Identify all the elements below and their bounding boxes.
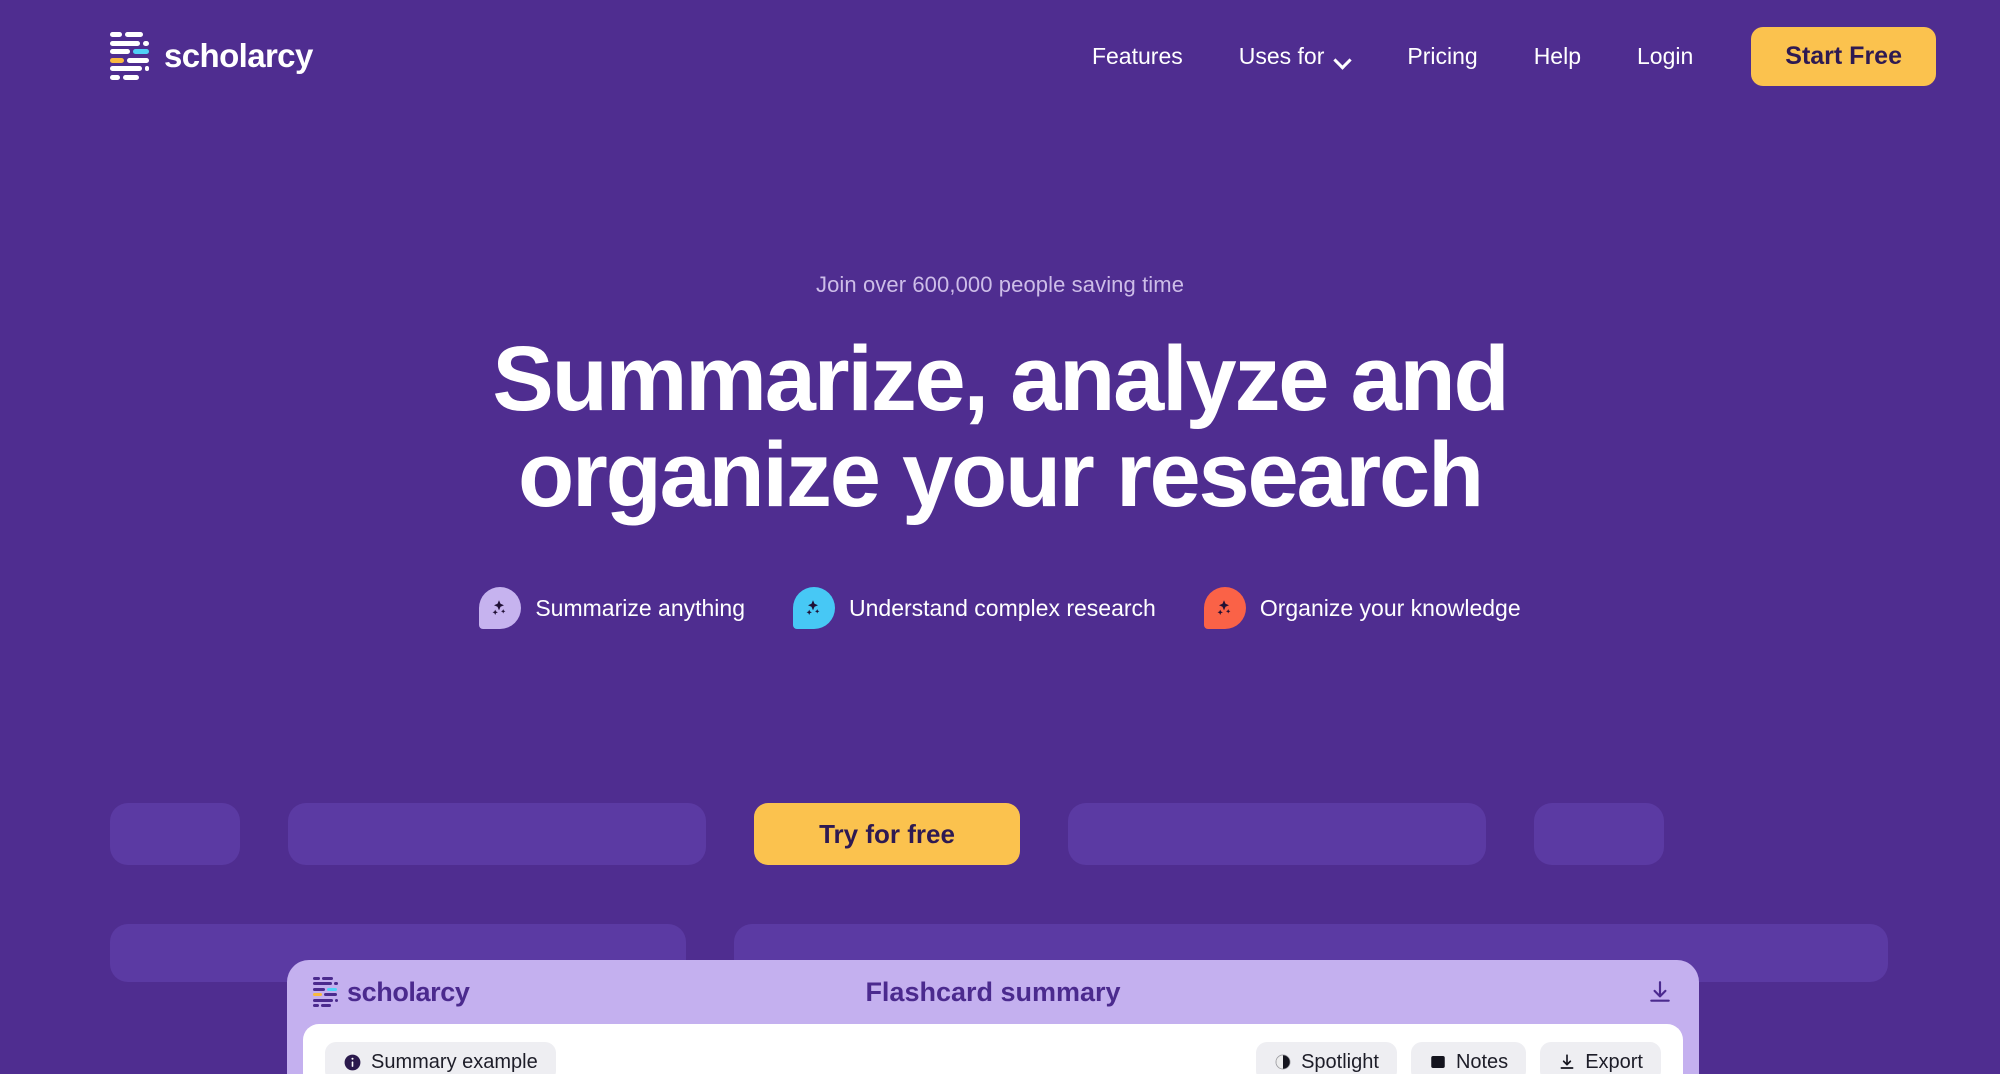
flashcard-panel-header: scholarcy Flashcard summary <box>313 960 1673 1024</box>
sparkle-icon <box>479 587 522 630</box>
flashcard-summary-panel: scholarcy Flashcard summary Summary exam… <box>287 960 1699 1074</box>
placeholder-block <box>288 803 706 865</box>
brand-name: scholarcy <box>164 37 313 74</box>
chip-label: Spotlight <box>1301 1050 1379 1073</box>
nav-item-label: Uses for <box>1238 42 1325 69</box>
info-icon <box>343 1053 362 1072</box>
chip-label: Export <box>1585 1050 1643 1073</box>
nav-item-label: Login <box>1637 42 1694 69</box>
headline-line-2: organize your research <box>517 423 1484 526</box>
spotlight-button[interactable]: Spotlight <box>1256 1042 1397 1074</box>
nav-item-help[interactable]: Help <box>1506 33 1609 80</box>
sparkle-icon <box>1203 587 1246 630</box>
start-free-button[interactable]: Start Free <box>1751 26 1936 86</box>
hero-eyebrow: Join over 600,000 people saving time <box>815 272 1185 297</box>
headline-line-1: Summarize, analyze and <box>492 328 1509 430</box>
placeholder-block <box>1534 803 1664 865</box>
download-icon[interactable] <box>1647 979 1673 1005</box>
flashcard-panel-body: Summary example Spotlight Notes Export <box>303 1024 1683 1074</box>
hero-section: Join over 600,000 people saving time Sum… <box>0 112 2000 630</box>
notes-button[interactable]: Notes <box>1410 1042 1527 1074</box>
main-navigation: Features Uses for Pricing Help Login Sta… <box>1064 26 1936 86</box>
sparkle-icon <box>793 587 835 630</box>
chip-label: Summary example <box>371 1050 538 1073</box>
spotlight-icon <box>1274 1053 1292 1071</box>
feature-badge-label: Summarize anything <box>535 594 745 621</box>
export-icon <box>1558 1053 1576 1071</box>
nav-item-label: Help <box>1533 42 1581 69</box>
nav-item-features[interactable]: Features <box>1064 33 1211 80</box>
panel-brand-name: scholarcy <box>347 976 470 1007</box>
feature-badge-summarize: Summarize anything <box>479 587 745 630</box>
chevron-down-icon <box>1336 54 1351 63</box>
export-button[interactable]: Export <box>1540 1042 1661 1074</box>
feature-badge-organize: Organize your knowledge <box>1203 587 1521 630</box>
summary-example-chip[interactable]: Summary example <box>325 1042 556 1074</box>
flashcard-panel-title: Flashcard summary <box>865 976 1121 1007</box>
try-for-free-button[interactable]: Try for free <box>754 803 1020 865</box>
nav-item-uses-for[interactable]: Uses for <box>1211 33 1380 80</box>
scholarcy-logo-icon <box>110 32 150 80</box>
brand-logo[interactable]: scholarcy <box>110 32 313 80</box>
placeholder-block <box>110 803 240 865</box>
nav-item-login[interactable]: Login <box>1609 33 1721 80</box>
scholarcy-logo-icon <box>313 976 338 1008</box>
placeholder-strip-row-1: Try for free <box>0 803 2000 865</box>
nav-item-pricing[interactable]: Pricing <box>1379 33 1505 80</box>
feature-badge-understand: Understand complex research <box>793 587 1156 630</box>
site-header: scholarcy Features Uses for Pricing Help… <box>0 0 2000 112</box>
nav-item-label: Pricing <box>1407 42 1478 69</box>
feature-badge-label: Organize your knowledge <box>1259 594 1521 621</box>
page-title: Summarize, analyze and organize your res… <box>0 331 2000 526</box>
notes-icon <box>1429 1053 1447 1071</box>
nav-item-label: Features <box>1091 42 1183 69</box>
panel-brand-logo[interactable]: scholarcy <box>313 976 470 1008</box>
placeholder-block <box>1068 803 1486 865</box>
flashcard-tool-buttons: Spotlight Notes Export <box>1256 1042 1661 1074</box>
feature-badge-label: Understand complex research <box>849 594 1156 621</box>
chip-label: Notes <box>1455 1050 1509 1073</box>
feature-badge-list: Summarize anything Understand complex re… <box>0 587 2000 630</box>
